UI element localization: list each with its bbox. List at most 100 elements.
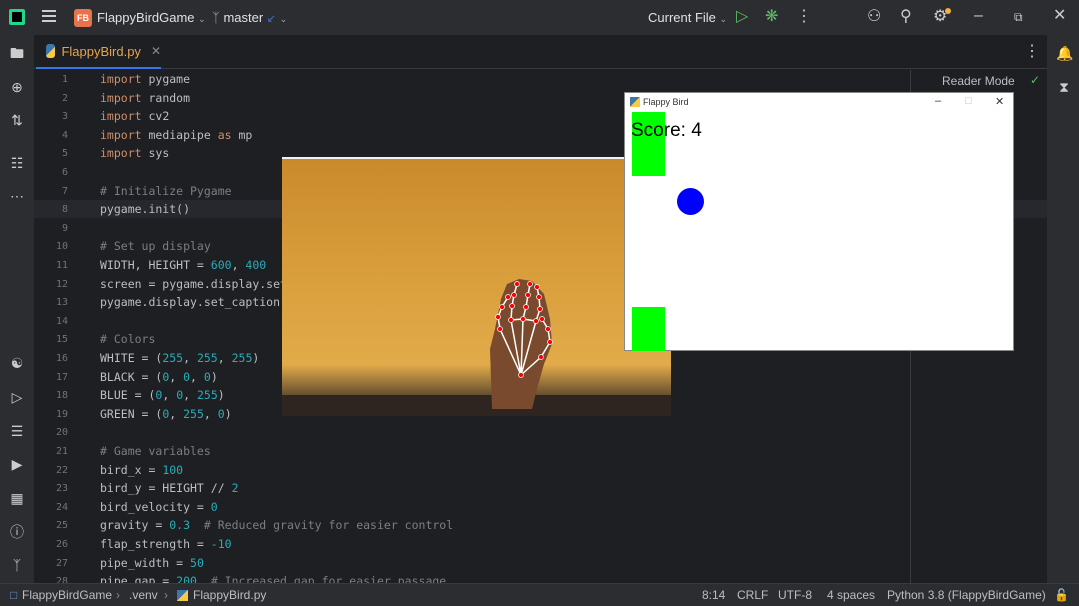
search-icon[interactable]: ⚲ [900,9,912,25]
code-line[interactable]: import random [100,91,190,105]
line-number: 14 [55,315,68,327]
line-number: 1 [61,74,68,85]
code-line[interactable]: BLUE = (0, 0, 255) [100,388,225,402]
file-encoding[interactable]: UTF-8 [778,588,812,602]
debug-icon[interactable]: ❋ [765,9,778,25]
line-number: 20 [55,427,68,439]
run-icon[interactable]: ▷ [736,9,748,25]
notifications-bell-icon[interactable]: 🔔 [1056,45,1073,61]
code-line[interactable]: WIDTH, HEIGHT = 600, 400 [100,258,266,272]
code-line[interactable]: WHITE = (255, 255, 255) [100,351,259,365]
pull-requests-icon[interactable]: ⇅ [9,112,25,128]
add-user-icon[interactable]: ⚇ [867,9,881,25]
tab-options-icon[interactable]: ⋮ [1024,44,1040,60]
close-icon[interactable]: ✕ [1053,8,1066,24]
version-control-icon[interactable]: ᛉ [9,557,25,573]
breadcrumb-project[interactable]: FlappyBirdGame [22,588,112,602]
line-number: 18 [55,390,68,402]
chevron-down-icon: ⌄ [719,14,728,24]
minimize-icon[interactable]: – [935,95,941,107]
code-line[interactable]: bird_velocity = 0 [100,500,218,514]
branch-selector[interactable]: ᛉ master ↙ ⌄ [212,10,287,25]
pycharm-logo-icon[interactable] [9,9,25,25]
code-line[interactable]: import cv2 [100,109,169,123]
breadcrumb-venv[interactable]: .venv [129,588,158,602]
branch-name: master [223,10,264,25]
chevron-down-icon: ⌄ [279,14,288,24]
more-tools-icon[interactable]: ⋯ [9,188,25,204]
score-label: Score: 4 [631,120,702,141]
code-line[interactable]: bird_x = 100 [100,463,183,477]
python-console-icon[interactable]: ☯ [9,355,25,371]
tab-close-icon[interactable]: ✕ [151,44,161,58]
incoming-changes-icon: ↙ [266,13,277,25]
line-number: 8 [61,204,68,216]
ai-assistant-icon[interactable]: ⧗ [1056,79,1072,95]
code-line[interactable]: pygame.init() [100,202,190,216]
pygame-icon [630,97,640,107]
tab-label: FlappyBird.py [61,43,141,59]
main-menu-icon[interactable] [42,10,56,24]
code-line[interactable]: import mediapipe as mp [100,128,252,142]
game-canvas[interactable]: Score: 4 [625,112,1013,351]
project-badge[interactable]: FB [74,9,92,27]
camera-feed-window[interactable] [282,157,671,416]
line-number: 11 [55,260,68,271]
line-number: 13 [55,297,68,309]
code-line[interactable]: BLACK = (0, 0, 0) [100,370,218,384]
code-line[interactable]: flap_strength = -10 [100,537,232,551]
line-number: 15 [55,334,68,346]
project-folder-icon[interactable]: 🖿 [9,45,25,61]
code-line[interactable]: # Game variables [100,444,211,458]
breadcrumb-file[interactable]: FlappyBird.py [193,588,266,602]
close-icon[interactable]: ✕ [995,95,1004,108]
line-number: 23 [55,483,68,495]
flappy-title-bar[interactable]: Flappy Bird – □ ✕ [625,93,1013,112]
project-name: FlappyBirdGame [97,10,195,25]
flappy-bird-window[interactable]: Flappy Bird – □ ✕ Score: 4 [624,92,1014,351]
left-tool-strip: 🖿 ⊕ ⇅ ☷ ⋯ ☯ ▷ ☰ ▶ ▦ ⓘ ᛉ [0,35,34,583]
indent-setting[interactable]: 4 spaces [827,588,875,602]
more-actions-icon[interactable]: ⋮ [796,9,812,25]
problems-icon[interactable]: ⓘ [9,524,25,540]
code-line[interactable]: pygame.display.set_caption( [100,295,287,309]
run-tool-icon[interactable]: ▷ [9,389,25,405]
code-line[interactable]: bird_y = HEIGHT // 2 [100,481,239,495]
flappy-window-title: Flappy Bird [643,97,689,107]
commit-icon[interactable]: ⊕ [9,79,25,95]
breadcrumb-separator: › [116,588,120,602]
line-number: 26 [55,539,68,550]
services-icon[interactable]: ▶ [9,456,25,472]
line-number: 7 [61,185,68,197]
restore-icon[interactable]: ⧉ [1014,9,1023,25]
line-number: 12 [55,278,68,290]
line-separator[interactable]: CRLF [737,588,768,602]
code-line[interactable]: screen = pygame.display.set [100,277,287,291]
python-packages-icon[interactable]: ☰ [9,423,25,439]
maximize-icon[interactable]: □ [965,95,972,107]
notification-dot [945,8,951,14]
line-number: 6 [61,167,68,178]
minimize-icon[interactable]: – [974,8,983,24]
code-line[interactable]: GREEN = (0, 255, 0) [100,407,232,421]
python-interpreter[interactable]: Python 3.8 (FlappyBirdGame) [887,588,1046,602]
code-line[interactable]: # Set up display [100,239,211,253]
terminal-icon[interactable]: ▦ [9,490,25,506]
python-file-icon [177,590,188,601]
read-only-toggle-icon[interactable]: 🔓 [1054,588,1069,602]
tab-flappybird-py[interactable]: FlappyBird.py ✕ [36,35,161,69]
code-line[interactable]: gravity = 0.3 # Reduced gravity for easi… [100,518,453,532]
line-number: 24 [55,501,68,513]
code-line[interactable]: # Initialize Pygame [100,184,232,198]
run-config-selector[interactable]: Current File ⌄ [648,10,727,25]
code-line[interactable]: # Colors [100,332,155,346]
project-selector[interactable]: FlappyBirdGame ⌄ [97,10,206,25]
code-line[interactable]: import sys [100,146,169,160]
code-line[interactable]: pipe_width = 50 [100,556,204,570]
bird [677,188,704,215]
structure-icon[interactable]: ☷ [9,155,25,171]
caret-position[interactable]: 8:14 [702,588,725,602]
git-branch-icon: ᛉ [212,10,220,25]
code-line[interactable]: import pygame [100,72,190,86]
reader-mode-button[interactable]: Reader Mode [942,74,1015,88]
